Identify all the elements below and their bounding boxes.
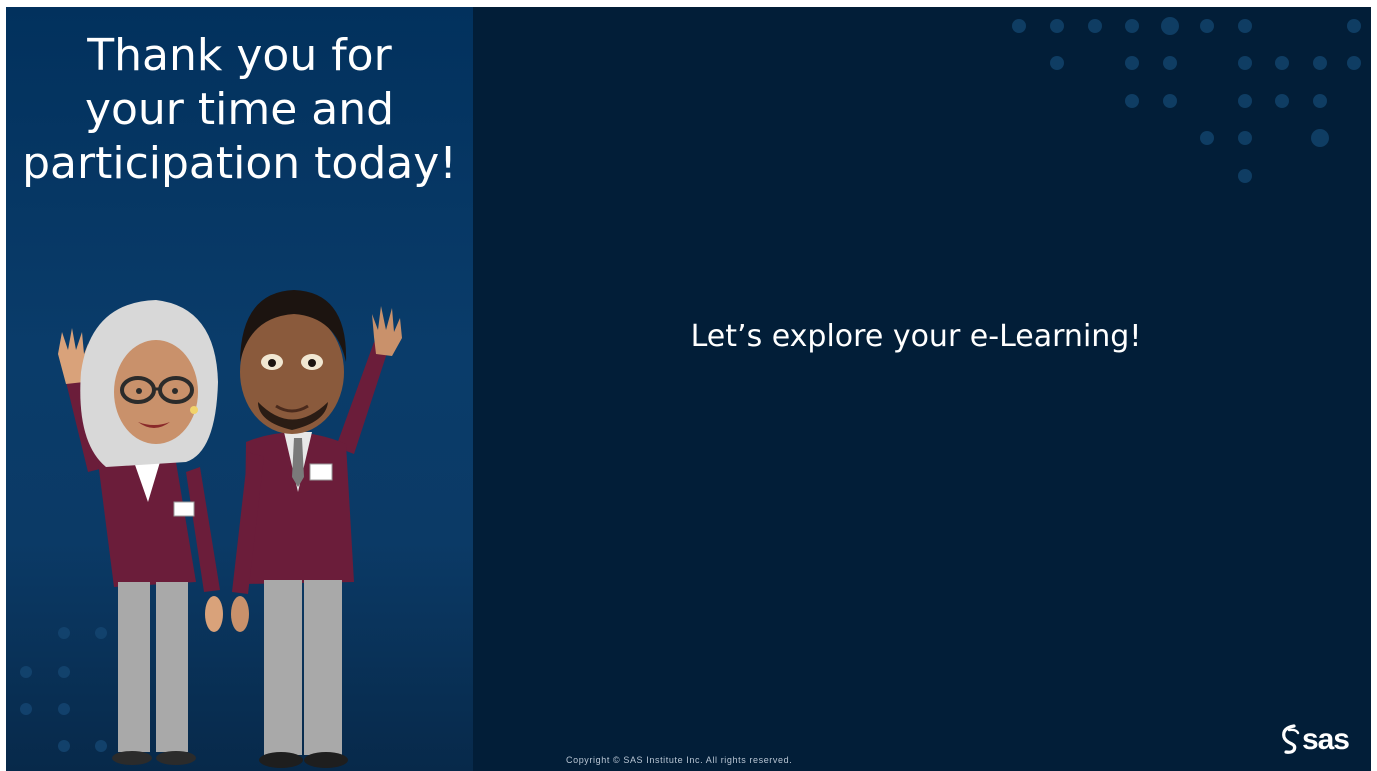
thank-you-line-1: Thank you for [87, 30, 392, 81]
sas-logo-text: sas [1301, 723, 1350, 756]
decorative-dot-pattern [991, 7, 1371, 197]
left-panel: Thank you for your time and participatio… [6, 7, 473, 771]
slide: Thank you for your time and participatio… [6, 7, 1371, 771]
main-message: Let’s explore your e-Learning! [690, 319, 1142, 354]
copyright-notice: Copyright © SAS Institute Inc. All right… [566, 755, 793, 765]
sas-logo-icon [1282, 724, 1300, 754]
thank-you-line-3: participation today! [22, 138, 457, 189]
thank-you-heading: Thank you for your time and participatio… [16, 29, 463, 191]
thank-you-line-2: your time and [84, 84, 395, 135]
woman-character [58, 300, 223, 765]
waving-presenters-illustration [36, 262, 436, 771]
sas-logo: sas [1280, 723, 1350, 757]
man-character [231, 290, 402, 768]
